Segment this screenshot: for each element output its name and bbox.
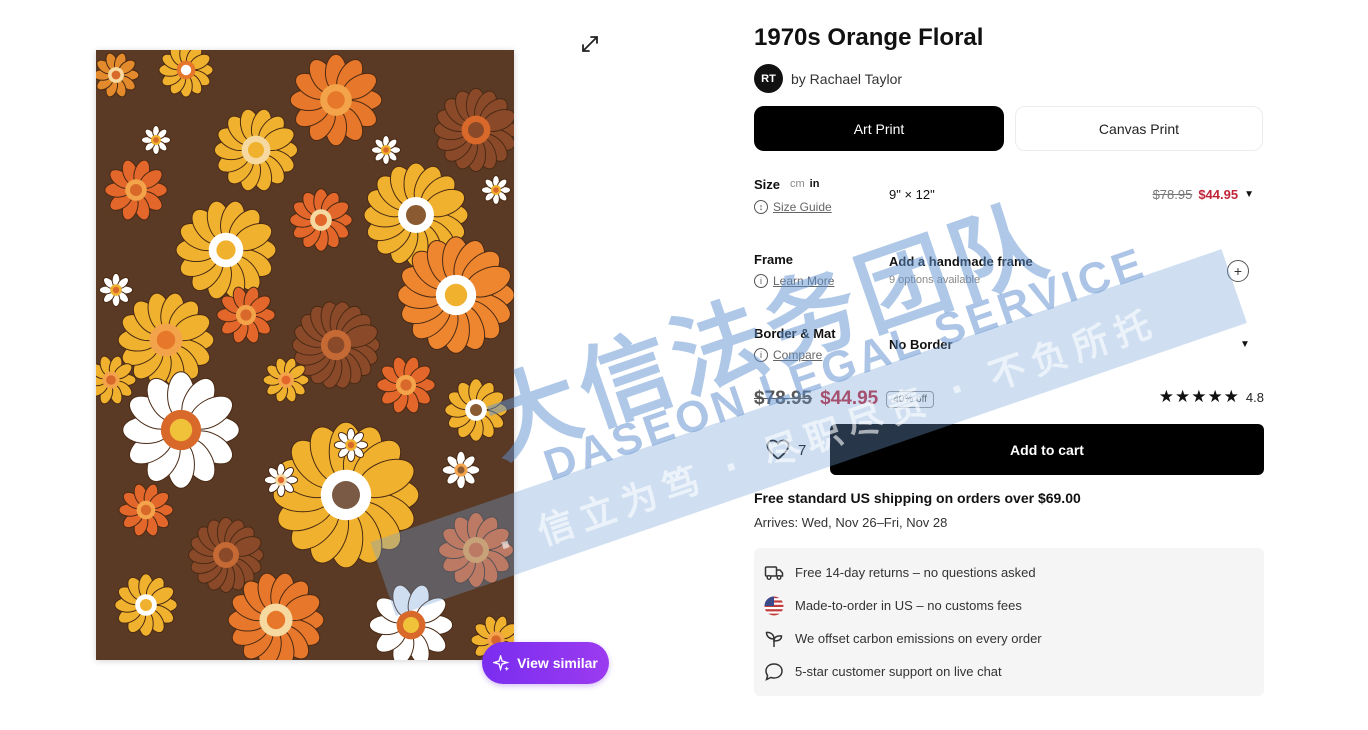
add-frame-plus-icon[interactable]: +: [1227, 260, 1249, 282]
heart-icon: [766, 439, 790, 461]
floral-artwork-image: [96, 50, 514, 660]
delivery-estimate: Arrives: Wed, Nov 26–Fri, Nov 28: [754, 515, 948, 530]
frame-learn-more-link[interactable]: i Learn More: [754, 274, 834, 288]
artist-name[interactable]: by Rachael Taylor: [791, 71, 902, 87]
border-label: Border & Mat: [754, 326, 836, 341]
rating-value: 4.8: [1245, 389, 1264, 405]
wishlist-button[interactable]: 7: [766, 439, 806, 461]
rating[interactable]: ★★★★★ 4.8: [1159, 387, 1264, 407]
perk-item: Made-to-order in US – no customs fees: [764, 589, 1254, 622]
expand-icon[interactable]: [578, 32, 602, 56]
border-compare-link[interactable]: i Compare: [754, 348, 822, 362]
format-art-print-button[interactable]: Art Print: [754, 106, 1004, 151]
info-icon: i: [754, 348, 768, 362]
view-similar-button[interactable]: View similar: [482, 642, 609, 684]
info-icon: i: [754, 274, 768, 288]
size-label: Size: [754, 177, 781, 192]
price-new: $44.95: [820, 388, 879, 409]
discount-badge: 40% off: [886, 390, 934, 408]
wishlist-count: 7: [798, 441, 807, 459]
frame-select[interactable]: Add a handmade frame: [889, 254, 1033, 269]
price-old: $78.95: [754, 388, 813, 409]
chat-bubble-icon: [764, 662, 784, 682]
artist-avatar[interactable]: RT: [754, 64, 783, 93]
unit-cm[interactable]: cm: [790, 178, 805, 190]
chevron-down-icon[interactable]: ▼: [1244, 189, 1254, 200]
perk-item: We offset carbon emissions on every orde…: [764, 622, 1254, 655]
view-similar-label: View similar: [517, 655, 598, 671]
perk-item: 5-star customer support on live chat: [764, 655, 1254, 688]
shipping-info: Free standard US shipping on orders over…: [754, 490, 1081, 506]
size-price[interactable]: $78.95 $44.95 ▼: [1153, 187, 1254, 202]
size-select[interactable]: 9" × 12": [889, 187, 935, 202]
us-flag-icon: [764, 596, 784, 616]
sprout-icon: [764, 629, 784, 649]
add-to-cart-button[interactable]: Add to cart: [830, 424, 1264, 475]
artist-row[interactable]: RT by Rachael Taylor: [754, 64, 902, 93]
artwork-preview[interactable]: [96, 50, 514, 660]
unit-toggle[interactable]: cm in: [790, 178, 819, 190]
price-row: $78.95 $44.95 40% off: [754, 388, 934, 410]
size-guide-link[interactable]: ↕ Size Guide: [754, 200, 832, 214]
frame-options-note: 9 options available: [889, 274, 981, 286]
size-price-new: $44.95: [1198, 187, 1239, 202]
border-select[interactable]: No Border: [889, 337, 953, 352]
sparkle-icon: [493, 654, 510, 671]
truck-return-icon: [764, 563, 784, 583]
ruler-icon: ↕: [754, 200, 768, 214]
format-canvas-print-button[interactable]: Canvas Print: [1015, 106, 1263, 151]
frame-label: Frame: [754, 252, 794, 267]
unit-in[interactable]: in: [810, 178, 820, 190]
perk-item: Free 14-day returns – no questions asked: [764, 556, 1254, 589]
star-rating-icon: ★★★★★: [1158, 387, 1240, 406]
size-price-old: $78.95: [1152, 187, 1193, 202]
product-title: 1970s Orange Floral: [754, 24, 984, 51]
chevron-down-icon[interactable]: ▼: [1240, 339, 1250, 350]
perks-list: Free 14-day returns – no questions asked…: [754, 548, 1264, 696]
